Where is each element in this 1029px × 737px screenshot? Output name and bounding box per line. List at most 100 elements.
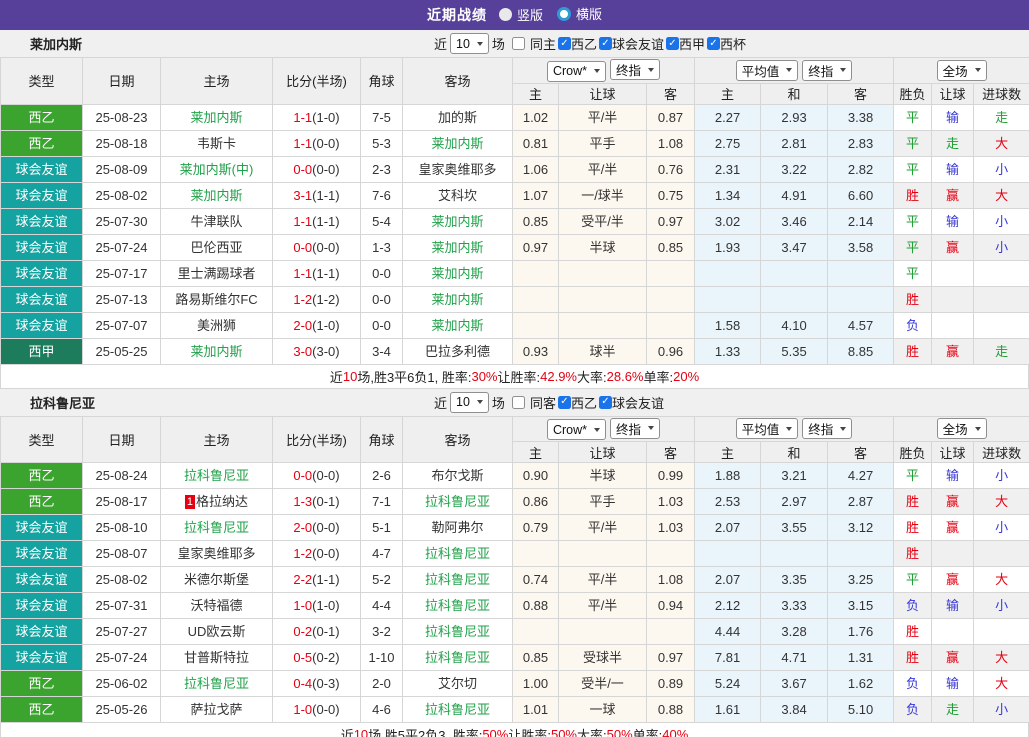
near-label: 近 xyxy=(434,393,447,412)
match-date: 25-08-23 xyxy=(83,104,161,130)
layout-radio-vertical[interactable]: 竖版 xyxy=(499,5,543,24)
same-venue-checkbox[interactable]: 同客 xyxy=(512,393,556,412)
avg-home-odds: 1.34 xyxy=(695,182,761,208)
crow-away-odds: 0.75 xyxy=(647,182,695,208)
avg-away-odds: 6.60 xyxy=(828,182,894,208)
league-filter-checkbox[interactable]: ✓球会友谊 xyxy=(599,393,664,412)
away-team: 莱加内斯 xyxy=(403,130,513,156)
win-draw-loss-result: 平 xyxy=(894,234,932,260)
average-select[interactable]: 平均值 xyxy=(736,60,799,81)
score-cell: 1-1(1-1) xyxy=(273,208,361,234)
crow-handicap: 受平/半 xyxy=(559,208,647,234)
odds-stage-select[interactable]: 终指 xyxy=(610,59,660,80)
checkbox-checked-icon[interactable]: ✓ xyxy=(599,396,612,409)
average-stage-select[interactable]: 终指 xyxy=(802,60,852,81)
bookmaker-select[interactable]: Crow* xyxy=(547,419,606,440)
avg-away-odds: 4.27 xyxy=(828,463,894,489)
win-draw-loss-result: 平 xyxy=(894,260,932,286)
half-time-score: (0-1) xyxy=(312,624,339,639)
handicap-result: 赢 xyxy=(932,182,974,208)
section-summary: 近10场,胜3平6负1, 胜率:30% 让胜率:42.9% 大率:28.6% 单… xyxy=(0,365,1029,389)
handicap-result: 走 xyxy=(932,697,974,723)
average-select-value: 平均值 xyxy=(742,61,780,80)
league-filter-checkbox[interactable]: ✓西甲 xyxy=(666,34,705,53)
match-count-select[interactable]: 10 xyxy=(450,33,489,54)
score-cell: 0-0(0-0) xyxy=(273,234,361,260)
avg-home-odds: 4.44 xyxy=(695,619,761,645)
match-row: 球会友谊25-07-27UD欧云斯0-2(0-1)3-2拉科鲁尼亚4.443.2… xyxy=(1,619,1029,645)
chevron-down-icon xyxy=(786,68,792,72)
match-row: 球会友谊25-07-17里士满踢球者1-1(1-1)0-0莱加内斯平 xyxy=(1,260,1029,286)
checkbox-checked-icon[interactable]: ✓ xyxy=(666,37,679,50)
home-team-name: 莱加内斯(中) xyxy=(180,162,254,177)
match-row: 球会友谊25-07-13路易斯维尔FC1-2(1-2)0-0莱加内斯胜 xyxy=(1,286,1029,312)
crow-away-odds: 0.97 xyxy=(647,208,695,234)
handicap-result: 输 xyxy=(932,671,974,697)
goals-result: 大 xyxy=(974,130,1029,156)
checkbox-unchecked-icon[interactable] xyxy=(512,37,525,50)
crow-home-odds: 0.85 xyxy=(513,208,559,234)
period-select[interactable]: 全场 xyxy=(937,418,987,439)
near-label: 近 xyxy=(434,34,447,53)
layout-radio-horizontal[interactable]: 横版 xyxy=(557,4,602,23)
crow-handicap: 半球 xyxy=(559,463,647,489)
avg-home-odds: 1.33 xyxy=(695,338,761,364)
checkbox-checked-icon[interactable]: ✓ xyxy=(558,37,571,50)
competition-badge: 西乙 xyxy=(1,489,83,515)
radio-checked-icon[interactable] xyxy=(557,7,571,21)
league-filter-checkbox[interactable]: ✓球会友谊 xyxy=(599,34,664,53)
average-stage-select[interactable]: 终指 xyxy=(802,418,852,439)
score-cell: 3-1(1-1) xyxy=(273,182,361,208)
home-team-name: 拉科鲁尼亚 xyxy=(184,468,249,483)
league-filter-checkbox[interactable]: ✓西杯 xyxy=(707,34,746,53)
handicap-result: 输 xyxy=(932,593,974,619)
avg-draw-odds: 2.93 xyxy=(761,104,828,130)
away-team: 巴拉多利德 xyxy=(403,338,513,364)
crow-home-odds: 1.06 xyxy=(513,156,559,182)
match-row: 球会友谊25-08-07皇家奥维耶多1-2(0-0)4-7拉科鲁尼亚胜 xyxy=(1,541,1029,567)
match-row: 西乙25-06-02拉科鲁尼亚0-4(0-3)2-0艾尔切1.00受半/一0.8… xyxy=(1,671,1029,697)
league-filter-checkbox[interactable]: ✓西乙 xyxy=(558,393,597,412)
handicap-result xyxy=(932,541,974,567)
checkbox-checked-icon[interactable]: ✓ xyxy=(707,37,720,50)
radio-unchecked-icon[interactable] xyxy=(499,8,512,21)
average-stage-select-value: 终指 xyxy=(808,419,833,438)
crow-away-odds: 0.76 xyxy=(647,156,695,182)
match-row: 西甲25-05-25莱加内斯3-0(3-0)3-4巴拉多利德0.93球半0.96… xyxy=(1,338,1029,364)
competition-badge: 西乙 xyxy=(1,130,83,156)
checkbox-checked-icon[interactable]: ✓ xyxy=(599,37,612,50)
odds-stage-select[interactable]: 终指 xyxy=(610,418,660,439)
crow-away-odds: 1.08 xyxy=(647,130,695,156)
chevron-down-icon xyxy=(840,427,846,431)
league-filter-checkbox[interactable]: ✓西乙 xyxy=(558,34,597,53)
crow-handicap: 平手 xyxy=(559,130,647,156)
half-time-score: (3-0) xyxy=(312,344,339,359)
chevron-down-icon xyxy=(477,42,483,46)
half-time-score: (0-0) xyxy=(312,702,339,717)
score-cell: 1-2(1-2) xyxy=(273,286,361,312)
avg-home-odds: 2.75 xyxy=(695,130,761,156)
handicap-result: 输 xyxy=(932,208,974,234)
half-time-score: (1-0) xyxy=(312,110,339,125)
away-team-name: 拉科鲁尼亚 xyxy=(425,624,490,639)
away-team-name: 莱加内斯 xyxy=(431,214,483,229)
period-select[interactable]: 全场 xyxy=(937,60,987,81)
away-team: 加的斯 xyxy=(403,104,513,130)
match-date: 25-08-07 xyxy=(83,541,161,567)
crow-home-odds: 0.74 xyxy=(513,567,559,593)
checkbox-label: 西乙 xyxy=(571,393,597,412)
corners: 0-0 xyxy=(361,312,403,338)
average-select[interactable]: 平均值 xyxy=(736,418,799,439)
win-draw-loss-result: 胜 xyxy=(894,515,932,541)
same-venue-checkbox[interactable]: 同主 xyxy=(512,34,556,53)
match-count-select[interactable]: 10 xyxy=(450,392,489,413)
checkbox-label: 同客 xyxy=(530,393,556,412)
checkbox-checked-icon[interactable]: ✓ xyxy=(558,396,571,409)
full-time-score: 0-0 xyxy=(293,162,312,177)
away-team-name: 巴拉多利德 xyxy=(425,344,490,359)
checkbox-unchecked-icon[interactable] xyxy=(512,396,525,409)
home-team: 美洲狮 xyxy=(161,312,273,338)
avg-draw-odds: 3.47 xyxy=(761,234,828,260)
bookmaker-select[interactable]: Crow* xyxy=(547,61,606,82)
column-header: 角球 xyxy=(361,58,403,105)
